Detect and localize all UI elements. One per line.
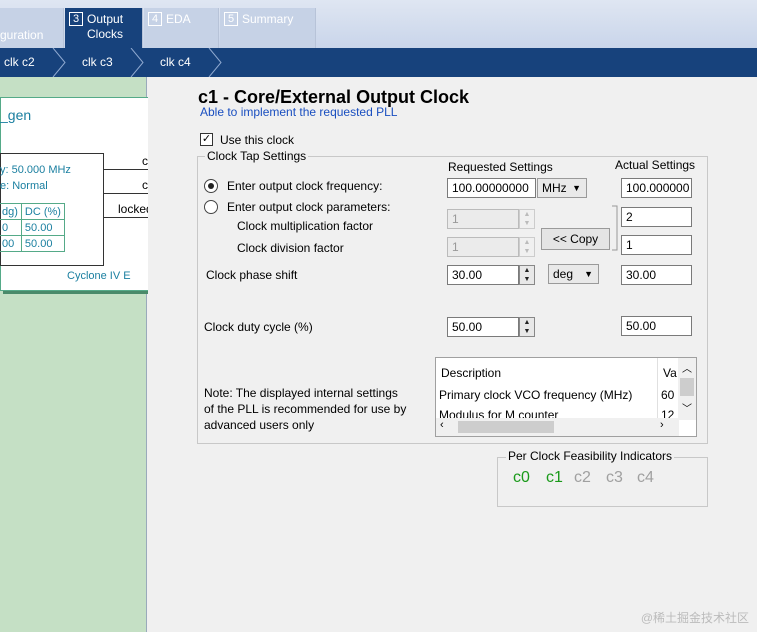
- feasibility-c3: c3: [606, 469, 623, 486]
- duty-cycle-label: Clock duty cycle (%): [204, 320, 313, 334]
- chevron-down-icon: ▼: [584, 269, 593, 279]
- watermark: @稀土掘金技术社区: [640, 611, 749, 625]
- frequency-unit-select[interactable]: MHz ▼: [537, 178, 587, 198]
- phase-shift-input[interactable]: 30.00: [447, 265, 519, 285]
- horizontal-scrollbar[interactable]: ‹ ›: [436, 418, 679, 436]
- requested-settings-header: Requested Settings: [448, 160, 553, 174]
- use-clock-checkbox[interactable]: ✓: [200, 133, 213, 146]
- tab-clk-c2[interactable]: clk c2: [4, 48, 35, 77]
- pll-input-frequency: y: 50.000 MHz: [0, 164, 71, 176]
- mult-factor-input[interactable]: 1: [447, 209, 519, 229]
- chevron-right-icon: [52, 48, 66, 77]
- vertical-scroll-thumb[interactable]: [680, 378, 694, 396]
- table-row-value: 60: [661, 388, 675, 402]
- output-frequency-label: Enter output clock frequency:: [227, 179, 383, 193]
- actual-mult-value: 2: [621, 207, 692, 227]
- chevron-down-icon[interactable]: ﹀: [682, 400, 692, 415]
- col-header-description[interactable]: Description: [441, 366, 501, 380]
- actual-frequency-value: 100.000000: [621, 178, 692, 198]
- chevron-right-icon: [208, 48, 222, 77]
- mult-factor-label: Clock multiplication factor: [237, 219, 374, 233]
- chevron-down-icon: ▼: [572, 183, 581, 193]
- div-factor-input[interactable]: 1: [447, 237, 519, 257]
- feasibility-c2: c2: [574, 469, 591, 486]
- phase-unit-select[interactable]: deg ▼: [548, 264, 599, 284]
- copy-button[interactable]: << Copy: [541, 228, 610, 250]
- output-frequency-radio[interactable]: [204, 179, 218, 193]
- bracket-connector: [612, 205, 618, 251]
- feasibility-c0: c0: [513, 469, 530, 486]
- clock-tap-settings-label: Clock Tap Settings: [205, 149, 309, 163]
- div-factor-label: Clock division factor: [237, 241, 344, 255]
- device-family-label: Cyclone IV E: [67, 270, 131, 282]
- actual-settings-header: Actual Settings: [615, 158, 696, 172]
- actual-phase-value: 30.00: [621, 265, 692, 285]
- output-parameters-label: Enter output clock parameters:: [227, 200, 391, 214]
- chevron-right-icon[interactable]: ›: [660, 419, 664, 431]
- duty-cycle-spinner[interactable]: ▲ ▼: [519, 317, 535, 337]
- vertical-scrollbar[interactable]: ︿ ﹀: [678, 358, 696, 420]
- tab-output-clocks[interactable]: 3 Output Clocks: [65, 8, 143, 48]
- col-header-value[interactable]: Va: [663, 366, 677, 380]
- use-clock-label: Use this clock: [220, 133, 295, 147]
- chevron-up-icon[interactable]: ︿: [682, 360, 692, 375]
- actual-div-value: 1: [621, 235, 692, 255]
- tab-clk-c4[interactable]: clk c4: [160, 48, 191, 77]
- horizontal-scroll-thumb[interactable]: [458, 421, 554, 433]
- chevron-left-icon[interactable]: ‹: [440, 419, 444, 431]
- tab-clk-c3[interactable]: clk c3: [82, 48, 113, 77]
- duty-cycle-input[interactable]: 50.00: [447, 317, 519, 337]
- feasibility-label: Per Clock Feasibility Indicators: [506, 449, 675, 463]
- internal-settings-table[interactable]: Description Va Primary clock VCO frequen…: [435, 357, 697, 437]
- chevron-right-icon: [130, 48, 144, 77]
- pll-operation-mode: e: Normal: [0, 180, 48, 192]
- clock-tab-strip: clk c2 clk c3 clk c4: [0, 48, 757, 77]
- tab-output-clocks-label: Output Clocks: [87, 12, 124, 41]
- column-divider: [657, 358, 658, 418]
- tab-summary[interactable]: 5 Summary: [220, 8, 316, 48]
- pll-block-title: _gen: [0, 107, 32, 123]
- phase-shift-spinner[interactable]: ▲ ▼: [519, 265, 535, 285]
- pll-clock-table: dg) DC (%) 0 50.00 00 50.00: [0, 203, 65, 252]
- tab-eda[interactable]: 4 EDA: [144, 8, 219, 48]
- output-parameters-radio[interactable]: [204, 200, 218, 214]
- phase-shift-label: Clock phase shift: [206, 268, 298, 282]
- feasibility-c4: c4: [637, 469, 654, 486]
- div-factor-spinner[interactable]: ▲ ▼: [519, 237, 535, 257]
- status-message: Able to implement the requested PLL: [200, 105, 398, 119]
- mult-factor-spinner[interactable]: ▲ ▼: [519, 209, 535, 229]
- output-frequency-input[interactable]: 100.00000000: [447, 178, 536, 198]
- actual-duty-value: 50.00: [621, 316, 692, 336]
- advanced-note: Note: The displayed internal settings of…: [204, 386, 407, 432]
- wizard-tab-bar: guration 3 Output Clocks 4 EDA 5 Summary: [0, 0, 757, 48]
- table-row: Primary clock VCO frequency (MHz): [439, 388, 633, 402]
- tab-configuration[interactable]: guration: [0, 8, 64, 48]
- feasibility-c1: c1: [546, 469, 563, 486]
